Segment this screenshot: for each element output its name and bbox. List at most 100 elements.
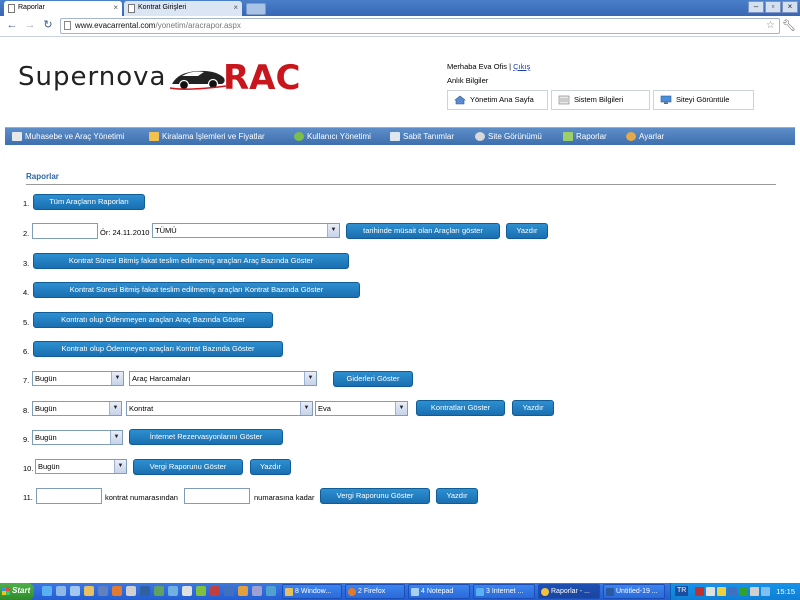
quicklaunch-icon[interactable] [196, 586, 206, 596]
quicklaunch-icon[interactable] [70, 586, 80, 596]
page-icon [8, 4, 15, 13]
quicklaunch-ie-icon[interactable] [42, 586, 52, 596]
taskbar-button-label: 4 Notepad [421, 588, 454, 595]
contract-from-input[interactable] [36, 488, 102, 504]
folder-icon [285, 588, 293, 596]
close-icon[interactable]: × [233, 1, 238, 15]
vehicle-type-select[interactable]: TÜMÜ ▼ [152, 223, 340, 238]
contract-to-input[interactable] [184, 488, 250, 504]
show-tax-report-button[interactable]: Vergi Raporunu Göster [133, 459, 243, 475]
show-expenses-button[interactable]: Giderleri Göster [333, 371, 413, 387]
firefox-icon [348, 588, 356, 596]
quicklaunch-icon[interactable] [154, 586, 164, 596]
notepad-icon [411, 588, 419, 596]
quicklaunch-icon[interactable] [266, 586, 276, 596]
quicklaunch-icon[interactable] [126, 586, 136, 596]
ie-icon [476, 588, 484, 596]
new-tab-button[interactable] [246, 3, 266, 15]
period-select[interactable]: Bugün ▼ [32, 371, 124, 386]
tray-icon[interactable] [739, 587, 748, 596]
quicklaunch-firefox-icon[interactable] [112, 586, 122, 596]
definitions-icon [390, 132, 400, 141]
start-button[interactable]: Start [0, 583, 34, 600]
taskbar-button-windows[interactable]: 8 Window... [282, 584, 342, 599]
quicklaunch-icon[interactable] [168, 586, 178, 596]
menu-item-reports[interactable]: Raporlar [562, 128, 607, 146]
taskbar-button-notepad[interactable]: 4 Notepad [408, 584, 470, 599]
report-icon [563, 132, 573, 141]
minimize-icon[interactable]: – [748, 1, 764, 13]
show-contracts-button[interactable]: Kontratları Göster [416, 400, 505, 416]
taskbar-button-raporlar[interactable]: Raporlar - ... [538, 584, 600, 599]
language-indicator[interactable]: TR [675, 586, 689, 596]
quicklaunch-icon[interactable] [140, 586, 150, 596]
menu-item-label: Ayarlar [639, 132, 665, 141]
quicklaunch-icon[interactable] [98, 586, 108, 596]
quicklaunch-icon[interactable] [84, 586, 94, 596]
browser-tab-raporlar[interactable]: Raporlar × [4, 1, 122, 16]
taskbar-button-label: 8 Window... [295, 588, 332, 595]
tray-icon[interactable] [717, 587, 726, 596]
wrench-icon[interactable]: 🔧︎ [782, 19, 796, 32]
logout-link[interactable]: Çıkış [513, 62, 530, 71]
print-button[interactable]: Yazdır [506, 223, 548, 239]
row-number: 9. [23, 435, 30, 444]
date-input[interactable] [32, 223, 98, 239]
expired-contracts-by-vehicle-button[interactable]: Kontrat Süresi Bitmiş fakat teslim edilm… [33, 253, 349, 269]
quicklaunch-icon[interactable] [210, 586, 220, 596]
menu-item-rentals[interactable]: Kiralama İşlemleri ve Fiyatlar [148, 128, 265, 146]
forward-arrow-icon[interactable]: → [22, 19, 38, 33]
maximize-icon[interactable]: ▫ [765, 1, 781, 13]
menu-item-accounting[interactable]: Muhasebe ve Araç Yönetimi [11, 128, 124, 146]
greeting-text: Merhaba Eva Ofis [447, 62, 508, 71]
menu-item-users[interactable]: Kullanıcı Yönetimi [293, 128, 371, 146]
expired-contracts-by-contract-button[interactable]: Kontrat Süresi Bitmiş fakat teslim edilm… [33, 282, 360, 298]
menu-item-site-view[interactable]: Site Görünümü [474, 128, 542, 146]
period-select[interactable]: Bugün ▼ [32, 401, 122, 416]
period-select[interactable]: Bugün ▼ [35, 459, 127, 474]
unpaid-by-contract-button[interactable]: Kontratı olup Ödenmeyen araçları Kontrat… [33, 341, 283, 357]
quicklaunch-icon[interactable] [252, 586, 262, 596]
quicklaunch-icon[interactable] [238, 586, 248, 596]
available-vehicles-button[interactable]: tarihinde müsait olan Araçları göster [346, 223, 500, 239]
volume-icon[interactable] [750, 587, 759, 596]
taskbar-button-internet[interactable]: 3 Internet ... [473, 584, 535, 599]
back-arrow-icon[interactable]: ← [4, 19, 20, 33]
quick-link-admin-home[interactable]: Yönetim Ana Sayfa [447, 90, 548, 110]
row-number: 6. [23, 347, 30, 356]
bookmark-star-icon[interactable]: ☆ [766, 19, 775, 33]
print-button[interactable]: Yazdır [250, 459, 291, 475]
print-button[interactable]: Yazdır [512, 400, 554, 416]
chevron-down-icon: ▼ [110, 431, 122, 444]
menu-item-settings[interactable]: Ayarlar [625, 128, 664, 146]
tray-icon[interactable] [728, 587, 737, 596]
network-icon[interactable] [761, 587, 770, 596]
close-window-icon[interactable]: × [782, 1, 798, 13]
row-number: 8. [23, 406, 30, 415]
select-value: Bugün [38, 462, 60, 471]
all-vehicles-report-button[interactable]: Tüm Araçların Raporları [33, 194, 145, 210]
menu-item-definitions[interactable]: Sabit Tanımlar [389, 128, 454, 146]
expense-type-select[interactable]: Araç Harcamaları ▼ [129, 371, 317, 386]
reload-icon[interactable]: ↻ [40, 19, 56, 33]
unpaid-by-vehicle-button[interactable]: Kontratı olup Ödenmeyen araçları Araç Ba… [33, 312, 273, 328]
taskbar-button-firefox[interactable]: 2 Firefox [345, 584, 405, 599]
office-select[interactable]: Eva ▼ [315, 401, 408, 416]
report-type-select[interactable]: Kontrat ▼ [126, 401, 313, 416]
quicklaunch-icon[interactable] [182, 586, 192, 596]
tray-icon[interactable] [706, 587, 715, 596]
quicklaunch-icon[interactable] [56, 586, 66, 596]
chrome-icon [541, 588, 549, 596]
quick-link-system-info[interactable]: Sistem Bilgileri [551, 90, 650, 110]
browser-tab-kontrat[interactable]: Kontrat Girişleri × [124, 1, 242, 16]
period-select[interactable]: Bugün ▼ [32, 430, 123, 445]
url-input[interactable]: www.evacarrental.com/yonetim/aracrapor.a… [60, 18, 780, 34]
tray-icon[interactable] [695, 587, 704, 596]
taskbar-button-photoshop[interactable]: Untitled-19 ... [603, 584, 665, 599]
quicklaunch-icon[interactable] [224, 586, 234, 596]
show-tax-report-range-button[interactable]: Vergi Raporunu Göster [320, 488, 430, 504]
close-icon[interactable]: × [113, 1, 118, 15]
quick-link-view-site[interactable]: Siteyi Görüntüle [653, 90, 754, 110]
show-internet-reservations-button[interactable]: İnternet Rezervasyonlarını Göster [129, 429, 283, 445]
print-button[interactable]: Yazdır [436, 488, 478, 504]
